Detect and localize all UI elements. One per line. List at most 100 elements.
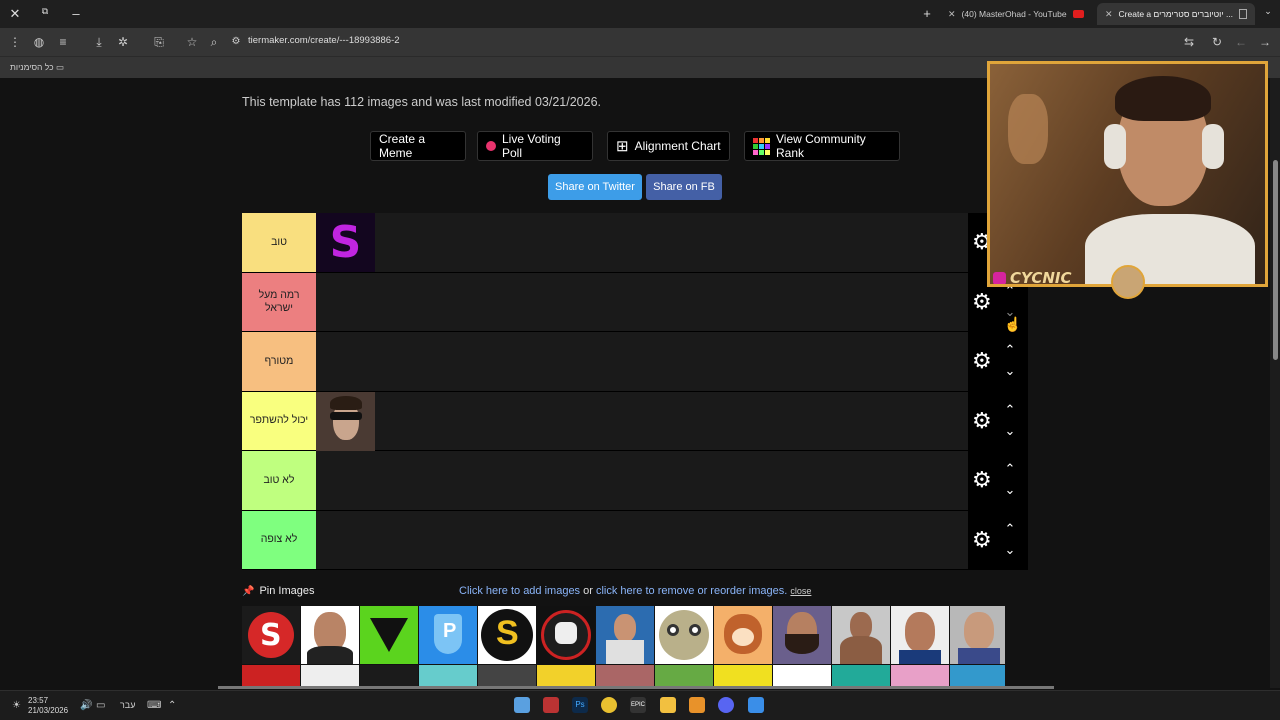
pin-images-toggle[interactable]: 📌 Pin Images — [242, 585, 314, 597]
move-down-icon[interactable]: ⌄ — [1003, 364, 1017, 377]
new-tab-icon[interactable]: + — [919, 6, 935, 21]
back-icon[interactable]: → — [1258, 35, 1272, 49]
volume-icon[interactable]: 🔊 — [80, 700, 92, 711]
pool-image[interactable] — [537, 606, 595, 664]
tier-items[interactable]: S — [316, 213, 968, 272]
tier-label[interactable]: רמה מעל ישראל — [242, 272, 316, 331]
pool-image[interactable] — [832, 665, 890, 688]
pool-image[interactable] — [301, 665, 359, 688]
share-twitter-button[interactable]: Share on Twitter — [548, 174, 642, 200]
reload-icon[interactable]: ↻ — [1210, 35, 1224, 49]
app-icon[interactable] — [543, 697, 559, 713]
vertical-scrollbar[interactable] — [1270, 78, 1280, 688]
pool-image[interactable] — [655, 606, 713, 664]
language-indicator[interactable]: עבר — [120, 700, 135, 710]
pool-image[interactable] — [714, 665, 772, 688]
gear-icon[interactable]: ⚙ — [972, 290, 994, 313]
tier-items[interactable] — [316, 391, 968, 451]
keyboard-icon[interactable]: ⌨ — [147, 700, 161, 711]
windows-start-icon[interactable] — [748, 697, 764, 713]
pool-image[interactable] — [242, 665, 300, 688]
move-down-icon[interactable]: ⌄ — [1003, 543, 1017, 556]
tier-items[interactable] — [316, 332, 968, 391]
tier-image[interactable] — [316, 391, 375, 451]
pool-image[interactable] — [360, 665, 418, 688]
tier-label[interactable]: לא צופה — [242, 510, 316, 569]
gear-icon[interactable]: ⚙ — [972, 350, 994, 372]
tray-chevron-icon[interactable]: ⌃ — [168, 700, 176, 711]
site-info-icon[interactable]: ⚙ — [229, 35, 243, 49]
close-link[interactable]: close — [790, 586, 811, 596]
pool-image[interactable] — [773, 606, 831, 664]
pool-image[interactable] — [360, 606, 418, 664]
move-down-icon[interactable]: ⌄ — [1003, 424, 1017, 437]
share-icon[interactable]: ⎘ — [152, 35, 166, 49]
forward-icon[interactable]: ← — [1234, 35, 1248, 49]
move-up-icon[interactable]: ⌃ — [1003, 403, 1017, 416]
tab-search-icon[interactable]: ⌄ — [1260, 6, 1276, 17]
tab-youtube[interactable]: ✕ (40) MasterOhad - YouTube — [940, 3, 1095, 25]
close-tab-icon[interactable]: ✕ — [948, 9, 956, 20]
share-fb-button[interactable]: Share on FB — [646, 174, 722, 200]
pool-image[interactable] — [419, 665, 477, 688]
close-window-icon[interactable]: ✕ — [7, 6, 23, 22]
zoom-icon[interactable]: ⌕ — [207, 35, 221, 49]
weather-icon[interactable]: ☀ — [12, 700, 21, 711]
pool-image[interactable]: P — [419, 606, 477, 664]
tier-image[interactable]: S — [316, 213, 375, 272]
photoshop-icon[interactable]: Ps — [572, 697, 588, 713]
minimize-window-icon[interactable]: – — [68, 6, 84, 21]
pool-image[interactable] — [950, 606, 1005, 664]
move-up-icon[interactable]: ⌃ — [1003, 343, 1017, 356]
tier-items[interactable] — [316, 272, 968, 331]
pool-image[interactable] — [891, 665, 949, 688]
view-community-rank-button[interactable]: View Community Rank — [744, 131, 900, 161]
pool-image[interactable] — [596, 606, 654, 664]
discord-icon[interactable] — [718, 697, 734, 713]
pool-image[interactable] — [714, 606, 772, 664]
clock[interactable]: 23:57 21/03/2026 — [28, 696, 68, 716]
epic-games-icon[interactable]: EPIC — [630, 697, 646, 713]
remove-images-link[interactable]: click here to remove or reorder images. — [596, 585, 787, 597]
download-icon[interactable]: ⤓ — [92, 35, 106, 49]
gear-icon[interactable]: ⚙ — [972, 469, 994, 491]
live-voting-poll-button[interactable]: Live Voting Poll — [477, 131, 593, 161]
move-up-icon[interactable]: ⌃ — [1003, 522, 1017, 535]
tier-label[interactable]: טוב — [242, 213, 316, 272]
pool-image[interactable]: S — [242, 606, 300, 664]
network-icon[interactable]: ▭ — [96, 700, 105, 711]
menu-icon[interactable]: ⋮ — [8, 35, 22, 49]
tier-label[interactable]: לא טוב — [242, 451, 316, 510]
move-up-icon[interactable]: ⌃ — [1003, 462, 1017, 475]
create-meme-button[interactable]: Create a Meme — [370, 131, 466, 161]
gear-icon[interactable]: ⚙ — [972, 528, 994, 551]
restore-window-icon[interactable]: ⧉ — [37, 6, 53, 17]
puzzle-icon[interactable]: ✲ — [116, 35, 130, 49]
horizontal-scrollbar[interactable] — [218, 686, 1054, 689]
pool-image[interactable] — [832, 606, 890, 664]
extension-icon[interactable]: ◍ — [32, 35, 46, 49]
tier-items[interactable] — [316, 510, 968, 569]
chrome-icon[interactable] — [601, 697, 617, 713]
pool-image[interactable] — [655, 665, 713, 688]
address-bar[interactable]: tiermaker.com/create/---18993886-2 — [248, 35, 400, 46]
tier-label[interactable]: מטורף — [242, 332, 316, 391]
customize-icon[interactable]: ⇆ — [1182, 35, 1196, 49]
pool-image[interactable]: S — [478, 606, 536, 664]
add-images-link[interactable]: Click here to add images — [459, 585, 580, 597]
pool-image[interactable] — [773, 665, 831, 688]
move-down-icon[interactable]: ⌄ — [1003, 483, 1017, 496]
pool-image[interactable] — [950, 665, 1005, 688]
tier-label[interactable]: יכול להשתפר — [242, 391, 316, 450]
alignment-chart-button[interactable]: ⊞ Alignment Chart — [607, 131, 730, 161]
bookmark-star-icon[interactable]: ☆ — [185, 35, 199, 49]
file-explorer-icon[interactable] — [660, 697, 676, 713]
pool-image[interactable] — [891, 606, 949, 664]
reading-list-icon[interactable]: ≡ — [56, 35, 70, 49]
notepad-icon[interactable] — [514, 697, 530, 713]
files-icon[interactable] — [689, 697, 705, 713]
close-tab-icon[interactable]: ✕ — [1105, 9, 1113, 20]
pool-image[interactable] — [301, 606, 359, 664]
gear-icon[interactable]: ⚙ — [972, 409, 994, 432]
pool-image[interactable] — [537, 665, 595, 688]
